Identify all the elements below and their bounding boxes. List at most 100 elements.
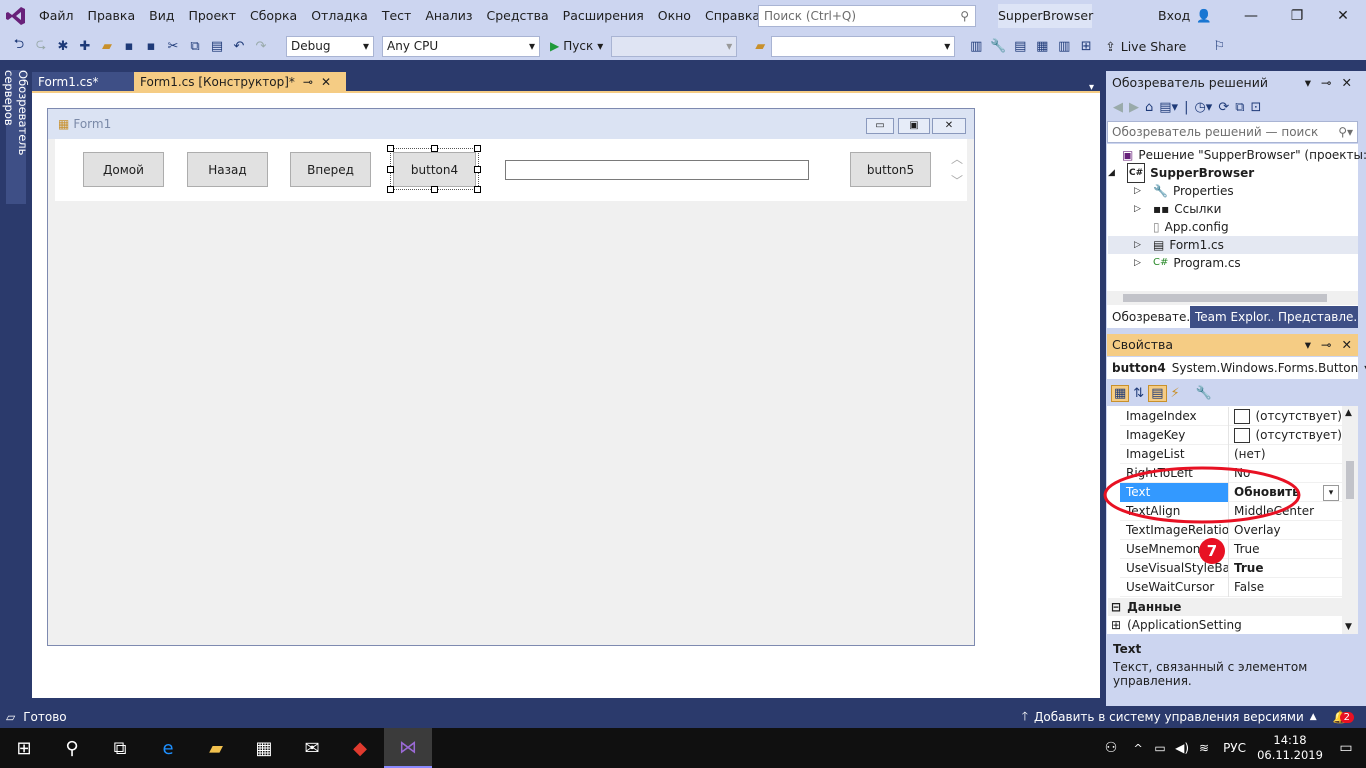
events-icon[interactable]: ⚡ — [1171, 386, 1180, 401]
language-indicator[interactable]: РУС — [1223, 741, 1246, 755]
people-icon[interactable]: ⚇ — [1095, 728, 1127, 768]
menu-analyze[interactable]: Анализ — [418, 0, 479, 32]
tab-class-view[interactable]: Представле... — [1273, 306, 1358, 328]
resize-handle[interactable] — [474, 186, 481, 193]
minimize-button[interactable]: — — [1228, 0, 1274, 32]
dropdown-arrow-icon[interactable]: ▾ — [1323, 485, 1339, 501]
tree-program[interactable]: ▷ C# Program.cs — [1134, 254, 1241, 272]
close-icon[interactable]: ✕ — [1342, 334, 1352, 356]
tree-project[interactable]: ◢ C# SupperBrowser — [1108, 163, 1254, 183]
home-icon[interactable]: ⌂ — [1145, 100, 1153, 115]
property-scrollbar[interactable]: ▲ ▼ — [1342, 406, 1358, 634]
menu-project[interactable]: Проект — [181, 0, 243, 32]
layout-icon[interactable]: ⊞ — [1075, 35, 1097, 57]
copy-icon[interactable]: ⧉ — [184, 35, 206, 57]
sync-icon[interactable]: ⟳ — [1218, 100, 1229, 115]
button4[interactable]: button4 — [393, 152, 476, 187]
categorized-icon[interactable]: ▦ — [1111, 384, 1130, 402]
find-combo[interactable]: ▾ — [771, 35, 956, 57]
property-pages-icon[interactable]: 🔧 — [1196, 386, 1212, 401]
resize-handle[interactable] — [387, 166, 394, 173]
find-icon[interactable]: ▰ — [749, 35, 771, 57]
close-icon[interactable]: ✕ — [1342, 72, 1352, 94]
undo-icon[interactable]: ↶ — [228, 35, 250, 57]
wrench-icon[interactable]: 🔧 — [987, 35, 1009, 57]
tab-form1-code[interactable]: Form1.cs* — [32, 72, 134, 93]
prop-row-imagekey[interactable]: ImageKey (отсутствует) — [1120, 425, 1342, 445]
snipping-app-icon[interactable]: ◆ — [336, 728, 384, 768]
prop-row-usewaitcursor[interactable]: UseWaitCursor False — [1120, 577, 1342, 597]
open-folder-icon[interactable]: ▰ — [96, 35, 118, 57]
resize-handle[interactable] — [387, 145, 394, 152]
feedback-icon[interactable]: ⚐ — [1208, 35, 1230, 57]
menu-file[interactable]: Файл — [32, 0, 81, 32]
menu-view[interactable]: Вид — [142, 0, 181, 32]
volume-icon[interactable]: ◀) — [1171, 728, 1193, 768]
team-icon[interactable]: ▥ — [1053, 35, 1075, 57]
expand-icon[interactable]: ⊞ — [1111, 618, 1121, 632]
chevron-up-icon[interactable]: ▲ — [1310, 712, 1317, 722]
configuration-select[interactable]: Debug ▾ — [286, 35, 374, 57]
prop-row-appsettings[interactable]: ⊞ (ApplicationSetting — [1108, 616, 1342, 634]
tab-form1-designer[interactable]: Form1.cs [Конструктор]* ⊸ ✕ — [134, 72, 346, 93]
history-icon[interactable]: ◷▾ — [1194, 100, 1212, 115]
chart-icon[interactable]: ▥ — [965, 35, 987, 57]
prop-row-imageindex[interactable]: ImageIndex (отсутствует) — [1120, 406, 1342, 426]
back-nav-icon[interactable]: ⮌ — [8, 35, 30, 57]
login-button[interactable]: Вход 👤 — [1158, 0, 1212, 32]
resize-handle[interactable] — [431, 145, 438, 152]
scroll-up-icon[interactable]: ▲ — [1345, 408, 1352, 418]
properties-view-icon[interactable]: ▤ — [1148, 384, 1167, 402]
visual-studio-logo-icon[interactable] — [0, 0, 32, 32]
save-all-icon[interactable]: ▪ — [140, 35, 162, 57]
clock[interactable]: 14:18 06.11.2019 — [1254, 733, 1326, 763]
resize-handle[interactable] — [431, 186, 438, 193]
horizontal-scrollbar[interactable] — [1107, 291, 1358, 305]
show-all-icon[interactable]: ⊡ — [1251, 100, 1262, 115]
url-textbox[interactable] — [505, 160, 809, 180]
resize-handle[interactable] — [474, 145, 481, 152]
menu-test[interactable]: Тест — [375, 0, 418, 32]
toolbox-icon[interactable]: ▦ — [1031, 35, 1053, 57]
search-icon[interactable]: ⚲ — [48, 728, 96, 768]
resize-handle[interactable] — [387, 186, 394, 193]
collapse-icon[interactable]: ⊟ — [1111, 600, 1121, 614]
tab-team-explorer[interactable]: Team Explor... — [1190, 306, 1273, 328]
forward-button[interactable]: Вперед — [290, 152, 371, 187]
chevron-up-icon[interactable]: ^ — [1127, 728, 1149, 768]
menu-extensions[interactable]: Расширения — [556, 0, 651, 32]
cut-icon[interactable]: ✂ — [162, 35, 184, 57]
start-debug-button[interactable]: ▶ Пуск ▾ — [550, 39, 603, 53]
chevron-down-icon[interactable]: ▾ — [1305, 72, 1311, 94]
resize-handle[interactable] — [474, 166, 481, 173]
redo-icon[interactable]: ↷ — [250, 35, 272, 57]
visual-studio-taskbar-icon[interactable]: ⋈ — [384, 728, 432, 768]
tree-solution[interactable]: ▣ Решение "SupperBrowser" (проекты: 1 из — [1108, 146, 1366, 164]
menu-build[interactable]: Сборка — [243, 0, 304, 32]
scroll-down-icon[interactable]: ﹀ — [951, 172, 963, 189]
chevron-down-icon[interactable]: ▾ — [1305, 334, 1311, 356]
forward-icon[interactable]: ▶ — [1129, 100, 1139, 115]
forward-nav-icon[interactable]: ⮎ — [30, 35, 52, 57]
pin-icon[interactable]: ⊸ — [1321, 72, 1331, 94]
live-share-button[interactable]: ⇪ Live Share — [1105, 39, 1186, 54]
pending-changes-icon[interactable]: | — [1184, 100, 1188, 115]
output-window-icon[interactable]: ▱ — [6, 710, 15, 724]
scroll-up-icon[interactable]: ︿ — [951, 150, 963, 167]
pin-icon[interactable]: ⊸ — [1321, 334, 1331, 356]
action-center-icon[interactable]: ▭ — [1326, 728, 1366, 768]
close-icon[interactable]: ✕ — [321, 72, 331, 93]
server-explorer-tab[interactable]: Обозреватель серверов — [2, 70, 30, 204]
add-item-icon[interactable]: ✚ — [74, 35, 96, 57]
menu-edit[interactable]: Правка — [81, 0, 143, 32]
task-view-icon[interactable]: ⧉ — [96, 728, 144, 768]
prop-row-usevisualstyle[interactable]: UseVisualStyleBackTrue — [1120, 558, 1342, 578]
add-to-source-control[interactable]: Добавить в систему управления версиями — [1034, 710, 1304, 724]
collapse-icon[interactable]: ⧉ — [1235, 100, 1244, 115]
back-button[interactable]: Назад — [187, 152, 268, 187]
home-button[interactable]: Домой — [83, 152, 164, 187]
prop-row-usemnemonic[interactable]: UseMnemonic True — [1120, 539, 1342, 559]
startup-item-select[interactable]: ▾ — [611, 35, 738, 57]
edge-browser-icon[interactable]: e — [144, 728, 192, 768]
search-icon[interactable]: ⚲ — [960, 9, 975, 23]
